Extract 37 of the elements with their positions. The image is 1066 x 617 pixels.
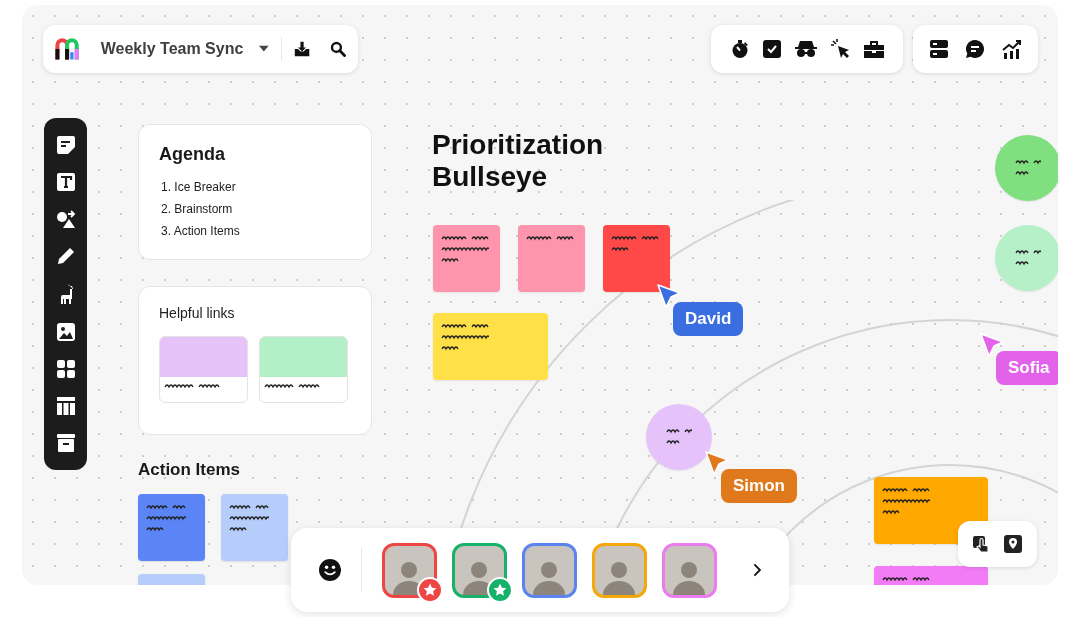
- section-heading: Action Items: [138, 459, 241, 481]
- sticky-note-icon[interactable]: [56, 135, 75, 154]
- cursor-name-label: Sofia: [996, 351, 1058, 385]
- text-icon[interactable]: [56, 172, 75, 191]
- shapes-icon[interactable]: [55, 209, 76, 228]
- archive-icon[interactable]: [56, 434, 75, 453]
- caret-icon[interactable]: [259, 45, 269, 53]
- avatar-photo[interactable]: [661, 542, 717, 598]
- links-title: Helpful links: [159, 304, 236, 323]
- agenda-item: 3. Action Items: [160, 223, 241, 240]
- hand-pointer-icon[interactable]: [972, 534, 991, 554]
- download-icon[interactable]: [293, 39, 310, 59]
- map-pin-icon[interactable]: [1004, 535, 1023, 553]
- avatar-photo[interactable]: [521, 542, 577, 598]
- agenda-title: Agenda: [159, 143, 226, 166]
- image-icon[interactable]: [56, 323, 75, 342]
- board-title[interactable]: Weekly Team Sync: [100, 37, 244, 61]
- cursor-click-icon[interactable]: [830, 39, 851, 59]
- checkbox-icon[interactable]: [763, 40, 782, 58]
- timer-icon[interactable]: [729, 39, 750, 59]
- rows-icon[interactable]: [929, 40, 948, 58]
- hat-glasses-icon[interactable]: [795, 40, 817, 58]
- bullseye-title: Prioritization Bullseye: [432, 129, 605, 193]
- cursor-name-label: Simon: [721, 469, 797, 503]
- avatar-photo[interactable]: [381, 542, 437, 598]
- pencil-icon[interactable]: [56, 246, 75, 265]
- toolbox-icon[interactable]: [864, 40, 885, 58]
- agenda-item: 2. Brainstorm: [160, 201, 234, 218]
- table-icon[interactable]: [56, 397, 75, 416]
- agenda-item: 1. Ice Breaker: [160, 179, 237, 196]
- chart-icon[interactable]: [1001, 39, 1022, 59]
- grid-icon[interactable]: [56, 360, 75, 379]
- chat-icon[interactable]: [964, 39, 985, 59]
- avatar-photo[interactable]: [451, 542, 507, 598]
- avatar-photo[interactable]: [591, 542, 647, 598]
- cursor-name-label: David: [673, 302, 744, 336]
- search-icon[interactable]: [329, 39, 346, 59]
